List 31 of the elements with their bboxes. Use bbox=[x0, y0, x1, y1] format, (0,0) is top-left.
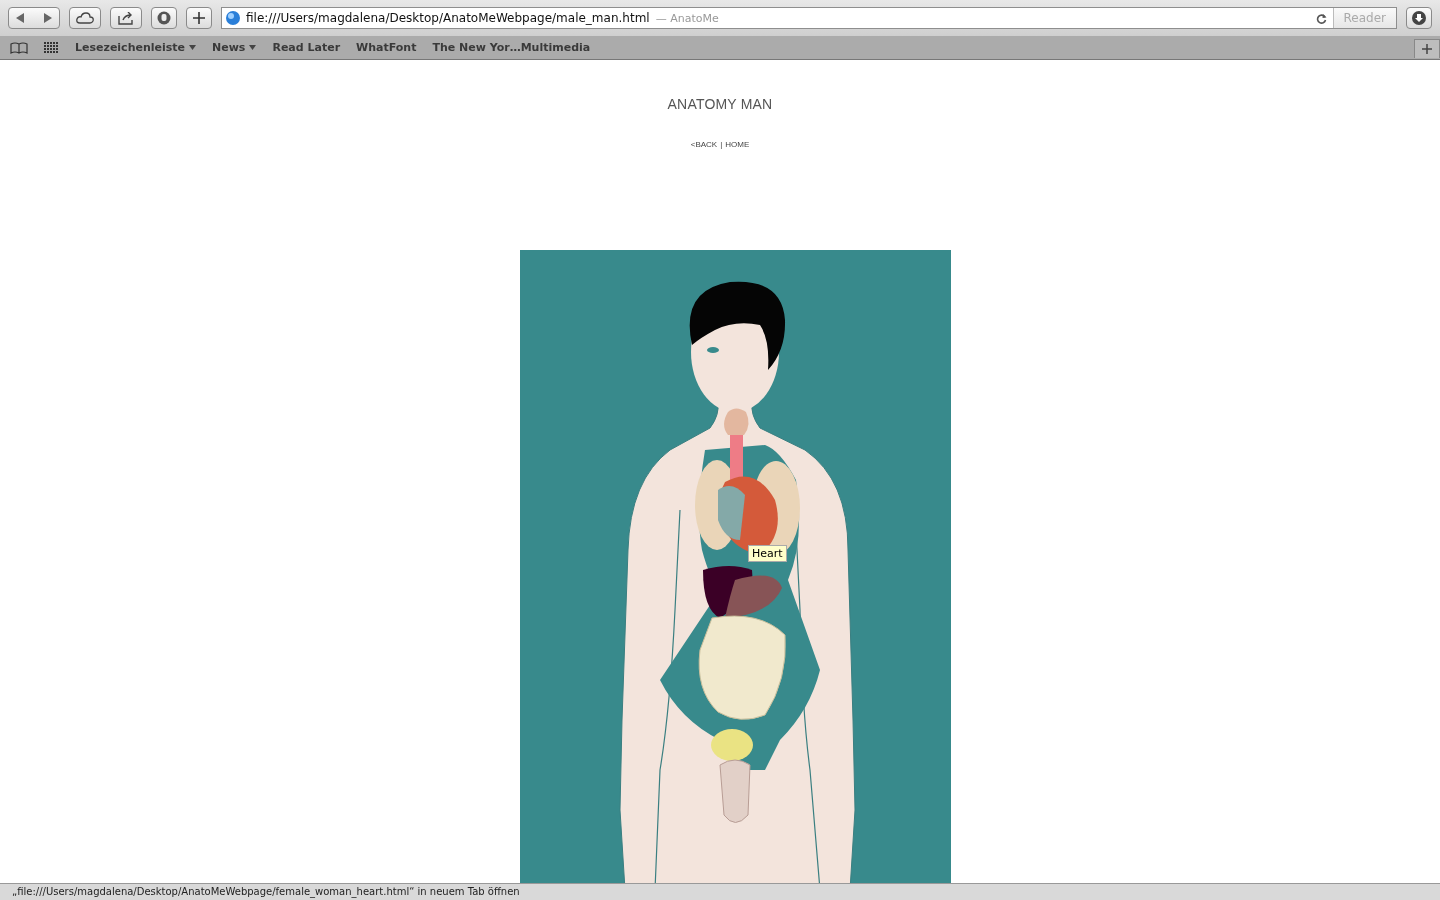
bookmark-link[interactable]: Read Later bbox=[272, 41, 341, 54]
page-heading: ANATOMY MAN bbox=[667, 96, 773, 112]
download-icon bbox=[1412, 11, 1426, 25]
caret-icon bbox=[249, 45, 257, 50]
grid-icon[interactable] bbox=[44, 42, 59, 53]
tooltip: Heart bbox=[748, 545, 787, 562]
bookmark-link[interactable]: The New Yor…Multimedia bbox=[432, 41, 591, 54]
plus-icon bbox=[1422, 44, 1432, 54]
back-forward-button[interactable] bbox=[8, 7, 60, 29]
globe-icon bbox=[226, 11, 240, 25]
book-icon[interactable] bbox=[10, 41, 28, 54]
new-tab-button[interactable] bbox=[1414, 39, 1440, 58]
reload-icon[interactable] bbox=[1315, 12, 1327, 24]
home-link[interactable]: HOME bbox=[725, 140, 750, 149]
bookmark-menu[interactable]: News bbox=[212, 41, 257, 54]
cloud-button[interactable] bbox=[69, 7, 101, 29]
back-forward-icon bbox=[14, 13, 54, 23]
page-title-text: — AnatoMe bbox=[655, 11, 720, 25]
status-bar: „file:///Users/magdalena/Desktop/AnatoMeWebpage/female_woman_heart.html“ in neuem Tab öffnen bbox=[0, 883, 1440, 900]
caret-icon bbox=[189, 45, 197, 50]
share-button[interactable] bbox=[110, 7, 142, 29]
address-field[interactable]: file:///Users/magdalena/Desktop/AnatoMeWebpage/male_man.html — AnatoMe Reader bbox=[221, 7, 1397, 29]
add-bookmark-button[interactable] bbox=[186, 7, 212, 29]
bookmark-link[interactable]: WhatFont bbox=[356, 41, 417, 54]
share-icon bbox=[118, 11, 134, 25]
bookmark-menu[interactable]: Lesezeichenleiste bbox=[75, 41, 197, 54]
separator-text: | bbox=[720, 140, 723, 149]
downloads-button[interactable] bbox=[1406, 7, 1432, 29]
back-link[interactable]: <BACK bbox=[690, 140, 718, 149]
plus-icon bbox=[193, 12, 205, 24]
cloud-icon bbox=[76, 12, 94, 24]
